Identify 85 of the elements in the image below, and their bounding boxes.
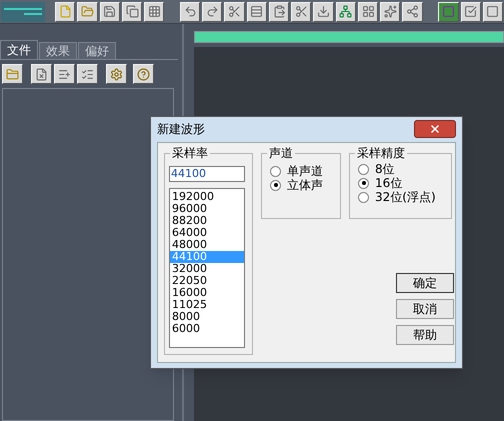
list-item[interactable]: 16000 (170, 287, 244, 299)
list-item[interactable]: 32000 (170, 263, 244, 275)
grid-icon (362, 5, 375, 18)
grid-icon (148, 5, 161, 18)
redo-icon (206, 5, 219, 18)
help-icon (137, 68, 150, 80)
toolbar-button[interactable] (460, 2, 481, 22)
list-item[interactable]: 88200 (170, 215, 244, 227)
radio-label: 16位 (375, 175, 402, 192)
toolbar-button[interactable] (144, 2, 164, 22)
toolbar-button[interactable] (358, 2, 378, 22)
file-close-icon (35, 68, 48, 80)
download-icon (317, 5, 330, 18)
folder-icon (81, 5, 94, 18)
group-title: 采样精度 (355, 145, 407, 161)
sample-rate-field[interactable]: 44100 (169, 166, 245, 182)
dialog-button[interactable]: 取消 (396, 299, 454, 319)
share-icon (406, 5, 420, 18)
radio-label: 8位 (375, 161, 395, 178)
panel-tab[interactable]: 文件 (0, 40, 38, 59)
toolbar-button[interactable] (336, 2, 356, 22)
sparkle-icon (384, 5, 397, 18)
toolbar-button[interactable] (106, 64, 127, 84)
toolbar-button[interactable] (2, 64, 23, 84)
save-icon (103, 5, 116, 18)
list-item[interactable]: 48000 (170, 239, 244, 251)
square-icon (442, 5, 455, 18)
toolbar-button[interactable] (291, 2, 312, 22)
list-item[interactable]: 6000 (170, 323, 244, 335)
rows-icon (250, 5, 264, 18)
list-add-icon (58, 68, 71, 80)
sample-rate-list[interactable]: 192000 96000 88200 64000 48000 44100 32000 22050 16000 11025 8000 6000 (169, 188, 245, 348)
scissors-icon (294, 5, 308, 18)
radio-button[interactable] (358, 178, 369, 188)
toolbar-button[interactable] (133, 64, 154, 84)
radio-button[interactable] (358, 192, 369, 202)
dialog-button[interactable]: 帮助 (396, 325, 454, 345)
toolbar-button[interactable] (402, 2, 423, 22)
radio-button[interactable] (270, 180, 281, 190)
folder-icon (6, 68, 19, 80)
toolbar-button[interactable] (268, 2, 290, 22)
panel-tab[interactable]: 效果 (39, 42, 77, 59)
toolbar-button[interactable] (380, 2, 400, 22)
toolbar-button[interactable] (100, 2, 120, 22)
close-button[interactable] (414, 120, 456, 138)
network-icon (339, 5, 352, 18)
toolbar-button[interactable] (224, 2, 245, 22)
list-item[interactable]: 64000 (170, 227, 244, 239)
file-icon (58, 5, 72, 18)
toolbar-button[interactable] (31, 64, 52, 84)
radio-label: 立体声 (287, 177, 323, 194)
group-title: 采样率 (170, 145, 210, 161)
toolbar-button[interactable] (313, 2, 334, 22)
toolbar-button[interactable] (55, 2, 76, 22)
list-item[interactable]: 192000 (170, 191, 244, 203)
checkbox-icon (464, 5, 478, 18)
toolbar-button[interactable] (180, 2, 200, 22)
dialog-button[interactable]: 确定 (396, 273, 454, 293)
scissors-icon (228, 5, 242, 18)
group-title: 声道 (267, 145, 295, 161)
toolbar-button[interactable] (122, 2, 142, 22)
toolbar-button[interactable] (77, 2, 98, 22)
panel-tab[interactable]: 偏好 (78, 42, 116, 59)
toolbar-button[interactable] (482, 2, 503, 22)
list-item[interactable]: 96000 (170, 203, 244, 215)
list-item[interactable]: 8000 (170, 311, 244, 323)
radio-label: 32位(浮点) (375, 189, 436, 206)
list-icon (81, 68, 94, 80)
dialog-title: 新建波形 (157, 121, 205, 138)
list-item[interactable]: 22050 (170, 275, 244, 287)
list-item[interactable]: 11025 (170, 299, 244, 311)
radio-button[interactable] (358, 164, 369, 174)
radio-button[interactable] (270, 166, 281, 176)
paste-icon (272, 5, 286, 18)
toolbar-button[interactable] (77, 64, 98, 84)
close-icon (429, 123, 441, 135)
radio-label: 单声道 (287, 163, 323, 179)
toolbar-button[interactable] (54, 64, 75, 84)
square-icon (486, 5, 500, 18)
gear-icon (110, 68, 123, 80)
toolbar-button[interactable] (246, 2, 267, 22)
copy-icon (126, 5, 139, 18)
undo-icon (184, 5, 197, 18)
toolbar-button[interactable] (438, 2, 458, 22)
toolbar-button[interactable] (202, 2, 222, 22)
